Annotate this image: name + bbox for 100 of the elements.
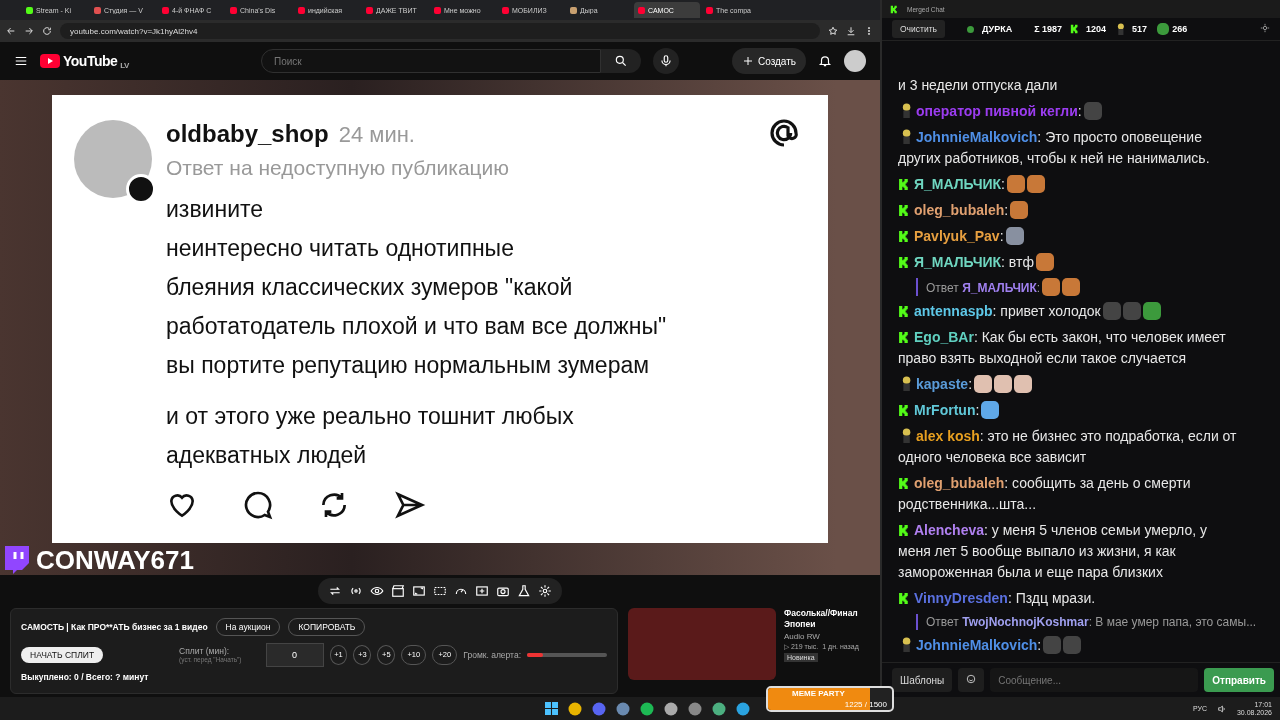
k-logo-icon <box>890 4 899 14</box>
chat-username[interactable]: alex kosh <box>916 428 980 444</box>
emote-icon <box>1063 636 1082 654</box>
send-button[interactable]: Отправить <box>1204 668 1274 692</box>
reply-label: Ответ <box>926 615 959 629</box>
frame-icon <box>412 584 426 598</box>
post-time: 24 мин. <box>338 122 415 148</box>
message-text: меня лет 5 вообще выпало из жизни, я как <box>898 543 1176 559</box>
chat-username[interactable]: VinnyDresden <box>914 590 1008 606</box>
logo-text[interactable]: YouTube <box>63 53 118 69</box>
message-text: : <box>999 228 1004 244</box>
channel-label[interactable]: Audio RW <box>784 632 880 641</box>
recommended-title[interactable]: Фасолька//Финал Эпопеи <box>784 608 880 630</box>
emote-icon <box>1035 253 1054 271</box>
emote-icon <box>1142 302 1161 320</box>
split-label: Сплит (мин): <box>179 646 230 657</box>
emote-icon <box>1010 201 1029 219</box>
post-username[interactable]: oldbaby_shop <box>166 120 329 148</box>
camera-icon <box>496 584 510 598</box>
post-text-line: блеяния классических зумеров "какой <box>166 273 574 302</box>
region-label: LV <box>120 60 129 70</box>
smiley-icon <box>966 674 977 684</box>
windows-logo-icon[interactable] <box>545 702 558 715</box>
app-icon[interactable] <box>616 701 630 716</box>
emote-icon <box>981 401 1000 419</box>
search-button[interactable] <box>600 49 641 73</box>
forward-arrow-icon <box>24 26 34 36</box>
message-text: : <box>1037 637 1042 653</box>
emote-icon <box>1062 278 1081 296</box>
app-icon[interactable] <box>712 701 726 716</box>
message-text: : <box>975 402 980 418</box>
app-icon[interactable] <box>568 701 582 716</box>
search-field[interactable]: Поиск <box>260 49 601 73</box>
avatar[interactable] <box>844 50 866 72</box>
start-split-button[interactable]: НАЧАТЬ СПЛИТ <box>21 647 104 663</box>
microphone-button[interactable] <box>652 48 679 74</box>
k-logo-icon <box>898 404 911 417</box>
speech-bubble-icon <box>2 545 30 575</box>
viewer-count: 266 <box>1172 24 1188 34</box>
emote-icon <box>974 375 993 393</box>
address-field[interactable]: youtube.com/watch?v=Jk1hyAl2hv4 <box>60 23 820 39</box>
play-logo-icon <box>40 54 60 68</box>
message-text: других работников, чтобы к ней не нанимались. <box>898 150 1210 166</box>
create-button[interactable]: Создать <box>732 48 806 74</box>
chat-username[interactable]: Pavlyuk_Pav <box>914 228 1000 244</box>
channel-name: CONWAY671 <box>35 544 195 576</box>
plus-icon <box>742 55 754 67</box>
k-logo-icon <box>898 477 911 490</box>
gear-icon <box>538 584 552 598</box>
post-text-line: и от этого уже реально тошнит любых <box>166 402 575 431</box>
templates-button[interactable]: Шаблоны <box>892 668 953 692</box>
k-logo-icon <box>898 178 911 191</box>
widget-title: MEME PARTY <box>792 689 845 698</box>
back-arrow-icon <box>6 26 16 36</box>
message-text: : Пздц мрази. <box>1007 590 1096 606</box>
menu-icon <box>14 54 28 68</box>
repeat-icon <box>328 584 342 598</box>
message-text: : сообщить за день о смерти <box>1004 475 1191 491</box>
post-text-line: неинтересно читать однотипные <box>166 234 515 263</box>
message-text: : втф <box>1001 254 1034 270</box>
viewer-count: 517 <box>1132 24 1148 34</box>
app-icon[interactable] <box>592 701 606 716</box>
app-icon[interactable] <box>688 701 702 716</box>
emoji-button[interactable] <box>958 668 985 692</box>
video-thumbnail[interactable] <box>628 608 776 680</box>
message-field[interactable]: Сообщение... <box>990 668 1199 692</box>
emote-icon <box>1014 375 1033 393</box>
reload-icon <box>42 26 52 36</box>
message-text: одного человека все зависит <box>898 449 1087 465</box>
search-icon <box>613 54 628 68</box>
flask-icon <box>517 584 531 598</box>
message-text: : <box>1004 202 1009 218</box>
volume-label: Громк. алерта: <box>463 650 521 660</box>
clapperboard-icon <box>391 584 405 598</box>
chat-username[interactable]: antennaspb <box>914 303 993 319</box>
k-logo-icon <box>898 204 911 217</box>
clear-button[interactable]: Очистить <box>892 20 945 38</box>
post-text-line: вы портите репутацию нормальным зумерам <box>166 351 651 380</box>
chat-username[interactable]: Ego_BAr <box>914 329 974 345</box>
settings-icon <box>1260 23 1270 33</box>
send-icon <box>394 489 426 521</box>
message-text: : привет холодок <box>992 303 1101 319</box>
message-text: : это не бизнес это подработка, если от <box>979 428 1237 444</box>
app-icon[interactable] <box>640 701 654 716</box>
reply-label: Ответ <box>926 281 959 295</box>
chat-username[interactable]: оператор пивной кегли <box>916 103 1078 119</box>
speaker-icon <box>1216 703 1227 714</box>
reply-username[interactable]: Я_МАЛЬЧИК <box>962 281 1037 295</box>
status-text: Выкуплено: 0 / Всего: ? минут <box>21 672 150 685</box>
app-icon[interactable] <box>664 701 678 716</box>
at-sign-icon <box>768 117 800 149</box>
star-icon <box>828 26 838 36</box>
reply-text: : В мае умер папа, это самы... <box>1088 615 1257 629</box>
reply-username[interactable]: TwojNochnojKoshmar <box>962 615 1089 629</box>
k-logo-icon <box>898 592 911 605</box>
message-text: право взять выходной если такое случается <box>898 350 1187 366</box>
volume-slider[interactable] <box>527 653 607 657</box>
split-input[interactable]: 0 <box>265 643 324 667</box>
app-icon[interactable] <box>736 701 750 716</box>
k-logo-icon <box>898 524 911 537</box>
